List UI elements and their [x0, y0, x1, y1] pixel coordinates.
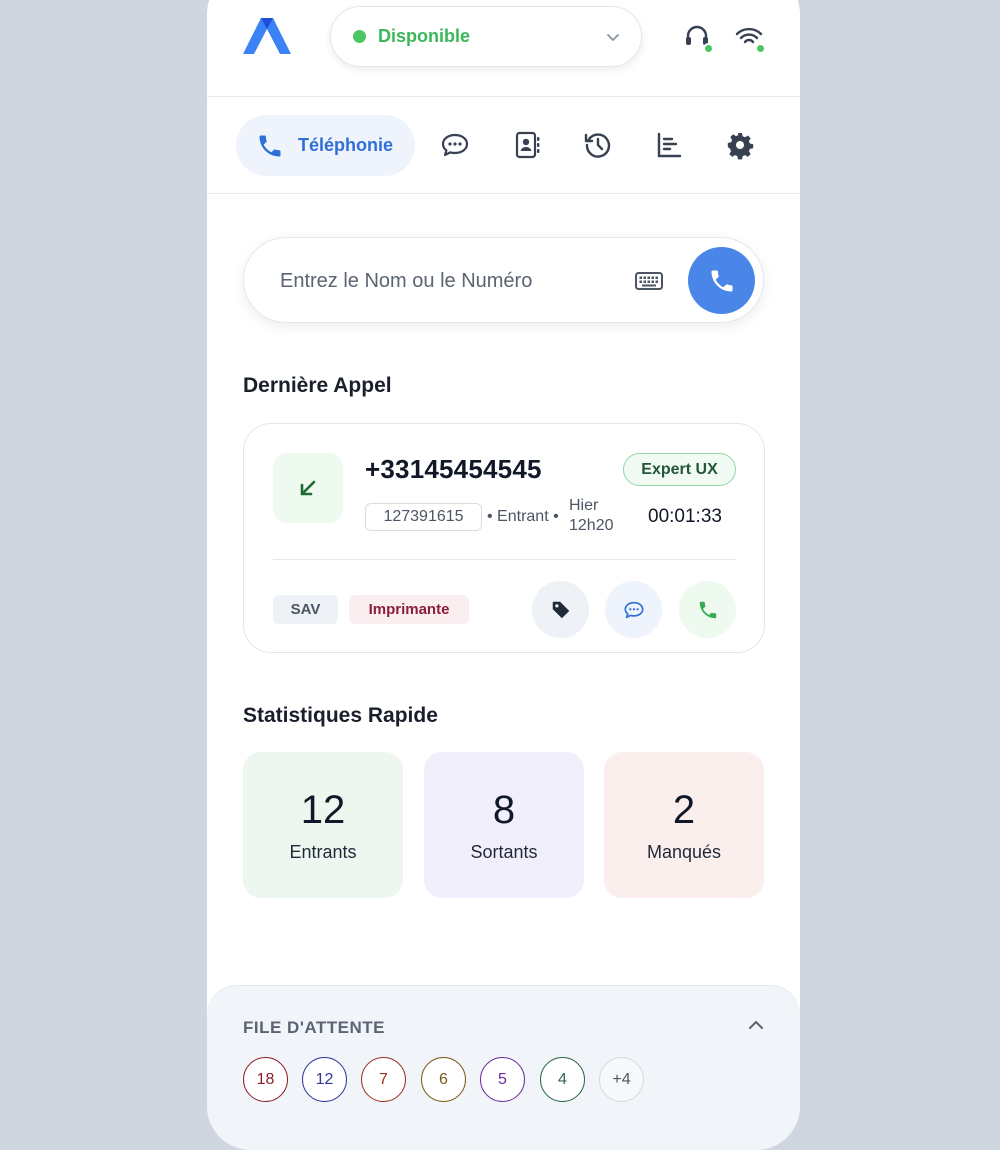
chip-sav: SAV — [273, 595, 338, 624]
queue-bubble[interactable]: +4 — [599, 1057, 644, 1102]
dial-search-bar — [243, 237, 764, 323]
agent-tag: Expert UX — [623, 453, 736, 486]
keyboard-icon[interactable] — [634, 266, 664, 296]
stat-value: 2 — [672, 788, 696, 832]
stat-label: Entrants — [289, 842, 357, 862]
last-call-card: +33145454545 Expert UX 127391615 • Entra… — [243, 423, 765, 653]
stat-sortants[interactable]: 8 Sortants — [424, 752, 584, 898]
stats-icon[interactable] — [654, 130, 684, 160]
connected-badge — [755, 43, 766, 54]
phone-icon — [699, 601, 716, 618]
chip-imprimante: Imprimante — [349, 595, 469, 624]
call-hour: 12h20 — [569, 517, 614, 534]
stat-label: Sortants — [470, 842, 538, 862]
status-dot — [353, 30, 366, 43]
caller-number[interactable]: +33145454545 — [365, 454, 542, 485]
app-logo — [243, 18, 291, 54]
tab-telephonie[interactable]: Téléphonie — [236, 115, 415, 176]
tag-icon — [552, 601, 569, 618]
phone-icon — [711, 270, 732, 291]
call-id: 127391615 — [365, 503, 482, 531]
chevron-up-icon[interactable] — [747, 1016, 765, 1034]
queue-bubble[interactable]: 5 — [480, 1057, 525, 1102]
phone-app: Disponible Téléphonie Entrez le Nom ou l… — [207, 0, 800, 1150]
queue-bubble[interactable]: 12 — [302, 1057, 347, 1102]
callback-button[interactable] — [679, 581, 736, 638]
call-direction-label: • Entrant • — [487, 508, 559, 525]
last-call-title: Dernière Appel — [243, 374, 392, 397]
call-duration: 00:01:33 — [648, 506, 722, 527]
stat-label: Manqués — [646, 842, 722, 862]
queue-title: FILE D'ATTENTE — [243, 1018, 385, 1037]
wifi-icon[interactable] — [734, 22, 766, 54]
chevron-down-icon — [607, 34, 619, 41]
settings-icon[interactable] — [725, 130, 755, 160]
stat-value: 8 — [492, 788, 516, 832]
tag-button[interactable] — [532, 581, 589, 638]
online-badge — [703, 43, 714, 54]
tab-label: Téléphonie — [298, 135, 394, 155]
message-button[interactable] — [605, 581, 662, 638]
stat-manques[interactable]: 2 Manqués — [604, 752, 764, 898]
call-direction — [273, 453, 343, 523]
call-time: Hier 12h20 — [569, 496, 629, 536]
headset-icon[interactable] — [682, 22, 714, 54]
call-day: Hier — [569, 497, 599, 514]
divider — [273, 559, 736, 560]
chat-icon — [623, 601, 644, 618]
contacts-icon[interactable] — [512, 130, 542, 160]
status-selector[interactable]: Disponible — [330, 6, 642, 67]
status-label: Disponible — [378, 26, 471, 46]
queue-bubble[interactable]: 18 — [243, 1057, 288, 1102]
phone-icon — [259, 135, 281, 156]
history-icon[interactable] — [583, 130, 613, 160]
stat-entrants[interactable]: 12 Entrants — [243, 752, 403, 898]
queue-bubble[interactable]: 6 — [421, 1057, 466, 1102]
incoming-arrow-icon — [300, 480, 316, 496]
stat-value: 12 — [300, 788, 346, 832]
call-button[interactable] — [688, 247, 755, 314]
search-input[interactable] — [280, 263, 610, 299]
stats-title: Statistiques Rapide — [243, 704, 438, 727]
queue-bubble[interactable]: 4 — [540, 1057, 585, 1102]
chat-icon[interactable] — [440, 130, 470, 160]
divider — [207, 96, 800, 97]
queue-bubble[interactable]: 7 — [361, 1057, 406, 1102]
divider — [207, 193, 800, 194]
queue-panel: FILE D'ATTENTE 18 12 7 6 5 4 +4 — [207, 985, 800, 1150]
